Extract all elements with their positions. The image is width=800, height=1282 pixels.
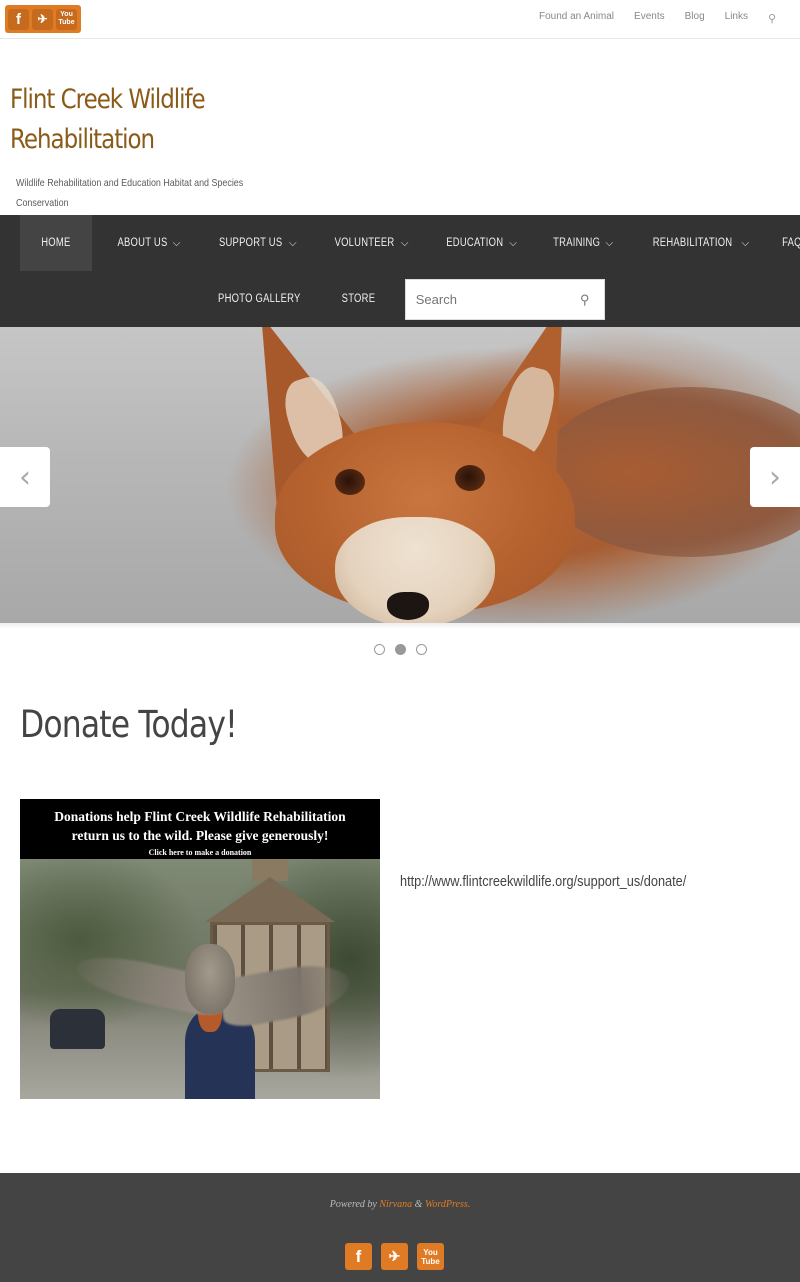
donate-image-link[interactable]: Donations help Flint Creek Wildlife Reha… xyxy=(20,799,380,1099)
main-nav: HOME ABOUT US ⌵ SUPPORT US ⌵ VOLUNTEER ⌵ ED… xyxy=(0,215,800,327)
chevron-down-icon: ⌵ xyxy=(400,237,409,249)
footer: Powered by Nirvana & WordPress. f ✈ You T… xyxy=(0,1173,800,1282)
facebook-icon[interactable]: f xyxy=(8,8,29,30)
banner-line-3: Click here to make a donation xyxy=(148,848,252,857)
banner-line-1: Donations help Flint Creek Wildlife Reha… xyxy=(54,809,346,824)
chevron-down-icon: ⌵ xyxy=(741,237,750,249)
nav-item-rehabilitation[interactable]: REHABILITATION ⌵ xyxy=(622,215,758,271)
nav-item-about-us[interactable]: ABOUT US ⌵ xyxy=(92,215,190,271)
top-menu-events[interactable]: Events xyxy=(634,11,665,22)
powered-by: Powered by Nirvana & WordPress. xyxy=(0,1199,800,1210)
top-menu-found-animal[interactable]: Found an Animal xyxy=(539,11,614,22)
youtube-icon[interactable]: You Tube xyxy=(56,8,77,30)
site-description: Wildlife Rehabilitation and Education Ha… xyxy=(16,177,244,209)
slider-dot-active[interactable] xyxy=(394,644,406,655)
slider-dot[interactable] xyxy=(415,644,427,655)
search-input[interactable] xyxy=(405,279,556,319)
gazebo-roof xyxy=(205,877,335,922)
nirvana-link[interactable]: Nirvana xyxy=(379,1199,412,1210)
search-icon[interactable]: ⚲ xyxy=(580,292,590,308)
nav-item-home[interactable]: HOME xyxy=(20,215,92,271)
wordpress-link[interactable]: WordPress. xyxy=(425,1199,470,1210)
owl xyxy=(185,944,235,1014)
page-title: Donate Today! xyxy=(20,703,238,746)
chevron-down-icon: ⌵ xyxy=(172,237,181,249)
facebook-icon[interactable]: f xyxy=(345,1243,372,1270)
twitter-icon[interactable]: ✈ xyxy=(32,8,53,30)
chevron-down-icon: ⌵ xyxy=(605,237,614,249)
site-title[interactable]: Flint Creek Wildlife Rehabilitation xyxy=(10,80,265,160)
search-icon[interactable]: ⚲ xyxy=(768,12,776,25)
powered-by-text: Powered by xyxy=(329,1199,377,1210)
donate-banner: Donations help Flint Creek Wildlife Reha… xyxy=(20,799,380,859)
owl-photo xyxy=(20,859,380,1099)
image-slider: ‹ › xyxy=(0,327,800,623)
slider-next-button[interactable]: › xyxy=(750,447,800,507)
slider-prev-button[interactable]: ‹ xyxy=(0,447,50,507)
chevron-down-icon: ⌵ xyxy=(509,237,518,249)
social-icons-footer: f ✈ You Tube xyxy=(345,1243,444,1270)
car xyxy=(50,1009,105,1049)
donate-url-link[interactable]: http://www.flintcreekwildlife.org/suppor… xyxy=(400,873,686,890)
fox-eye xyxy=(335,469,365,495)
youtube-icon[interactable]: You Tube xyxy=(417,1243,444,1270)
amp-text: & xyxy=(414,1199,423,1210)
banner-line-2: return us to the wild. Please give gener… xyxy=(71,828,329,843)
slider-dot[interactable] xyxy=(373,644,385,655)
twitter-icon[interactable]: ✈ xyxy=(381,1243,408,1270)
nav-search-box: ⚲ xyxy=(404,278,605,320)
nav-item-volunteer[interactable]: VOLUNTEER ⌵ xyxy=(306,215,418,271)
nav-item-faq[interactable]: FAQ xyxy=(758,215,800,271)
fox-slide-image xyxy=(0,327,800,623)
fox-nose xyxy=(387,592,429,620)
slider-dots xyxy=(0,644,800,655)
social-icons-top: f ✈ You Tube xyxy=(5,5,81,33)
top-menu-blog[interactable]: Blog xyxy=(685,11,705,22)
nav-item-support-us[interactable]: SUPPORT US ⌵ xyxy=(190,215,306,271)
top-menu: Found an Animal Events Blog Links xyxy=(539,11,778,22)
chevron-down-icon: ⌵ xyxy=(288,237,297,249)
nav-item-store[interactable]: STORE xyxy=(324,271,393,327)
nav-item-education[interactable]: EDUCATION ⌵ xyxy=(418,215,526,271)
nav-item-photo-gallery[interactable]: PHOTO GALLERY xyxy=(195,271,324,327)
nav-item-training[interactable]: TRAINING ⌵ xyxy=(526,215,622,271)
top-bar: f ✈ You Tube Found an Animal Events Blog … xyxy=(0,0,800,39)
top-menu-links[interactable]: Links xyxy=(725,11,748,22)
slider-shadow xyxy=(0,623,800,629)
fox-eye xyxy=(455,465,485,491)
